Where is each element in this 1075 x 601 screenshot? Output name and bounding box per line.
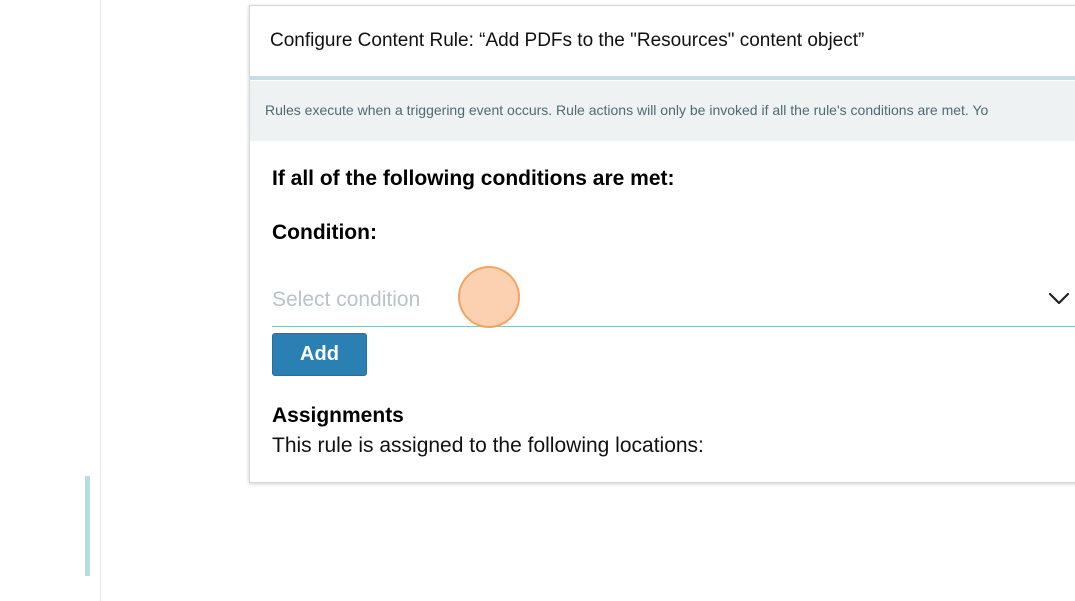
condition-label: Condition: (272, 221, 377, 244)
sidebar-scroll-indicator[interactable] (85, 476, 90, 576)
condition-select[interactable]: Select condition (272, 276, 1075, 327)
rules-info-banner: Rules execute when a triggering event oc… (250, 81, 1075, 141)
conditions-heading: If all of the following conditions are m… (272, 167, 675, 190)
page: Configure Content Rule: “Add PDFs to the… (0, 0, 1075, 601)
sidebar-divider (100, 0, 101, 601)
modal-header: Configure Content Rule: “Add PDFs to the… (250, 6, 1075, 80)
configure-content-rule-modal: Configure Content Rule: “Add PDFs to the… (249, 5, 1075, 483)
modal-title: Configure Content Rule: “Add PDFs to the… (270, 30, 865, 51)
assignments-description: This rule is assigned to the following l… (272, 434, 704, 457)
chevron-down-icon[interactable] (1048, 292, 1070, 306)
click-indicator (458, 266, 520, 328)
assignments-heading: Assignments (272, 404, 404, 427)
add-condition-button[interactable]: Add (272, 333, 367, 376)
condition-select-placeholder: Select condition (272, 288, 421, 311)
rules-info-text: Rules execute when a triggering event oc… (265, 102, 989, 118)
